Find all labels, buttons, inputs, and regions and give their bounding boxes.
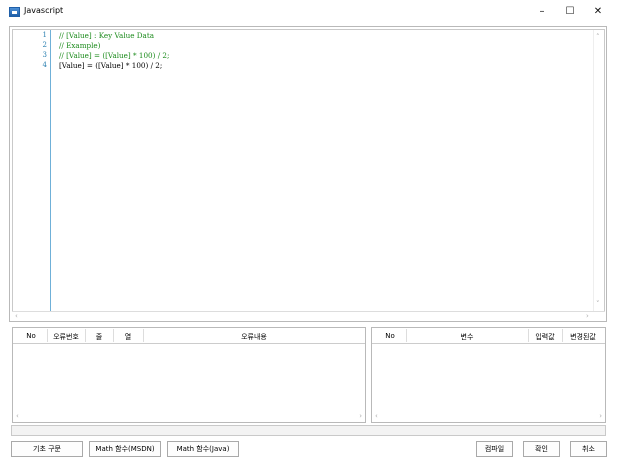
title-bar: Javascript – ☐ ✕ xyxy=(0,0,617,24)
line-number: 2 xyxy=(42,41,47,49)
scroll-up-icon[interactable]: ˄ xyxy=(596,33,600,41)
column-header[interactable]: 변수 xyxy=(407,332,527,342)
maximize-button[interactable]: ☐ xyxy=(557,2,583,22)
variable-list-panel[interactable]: No 변수 입력값 변경된값 ‹ › xyxy=(371,327,606,423)
scroll-left-icon[interactable]: ‹ xyxy=(15,312,18,320)
column-header[interactable]: No xyxy=(375,332,405,340)
error-list-panel[interactable]: No 오류번호 줄 열 오류내용 ‹ › xyxy=(12,327,366,423)
column-header[interactable]: 오류내용 xyxy=(144,332,364,342)
math-msdn-button[interactable]: Math 함수(MSDN) xyxy=(89,441,161,457)
ok-button[interactable]: 확인 xyxy=(523,441,560,457)
scroll-left-icon[interactable]: ‹ xyxy=(375,412,378,420)
basic-syntax-button[interactable]: 기초 구문 xyxy=(11,441,83,457)
error-table-header: No 오류번호 줄 열 오류내용 xyxy=(13,328,365,344)
scroll-right-icon[interactable]: › xyxy=(586,312,589,320)
line-number: 3 xyxy=(42,51,47,59)
close-button[interactable]: ✕ xyxy=(585,2,611,22)
column-header[interactable]: 변경된값 xyxy=(563,332,603,342)
minimize-button[interactable]: – xyxy=(529,2,555,22)
math-java-button[interactable]: Math 함수(Java) xyxy=(167,441,239,457)
cancel-button[interactable]: 취소 xyxy=(570,441,607,457)
code-line[interactable]: [Value] = ([Value] * 100) / 2; xyxy=(59,61,162,70)
scroll-down-icon[interactable]: ˅ xyxy=(596,300,600,308)
column-header[interactable]: 줄 xyxy=(86,332,112,342)
column-header[interactable]: 열 xyxy=(114,332,142,342)
editor-horizontal-scrollbar[interactable]: ‹ › xyxy=(12,311,605,322)
column-header[interactable]: 입력값 xyxy=(529,332,561,342)
window-title: Javascript xyxy=(24,6,64,15)
status-bar xyxy=(11,425,606,436)
line-number: 1 xyxy=(42,31,47,39)
scroll-left-icon[interactable]: ‹ xyxy=(16,412,19,420)
scroll-right-icon[interactable]: › xyxy=(599,412,602,420)
code-line[interactable]: // [Value] : Key Value Data xyxy=(59,31,154,40)
code-line[interactable]: // [Value] = ([Value] * 100) / 2; xyxy=(59,51,169,60)
compile-button[interactable]: 컴파일 xyxy=(476,441,513,457)
column-header[interactable]: No xyxy=(16,332,46,340)
variable-table-header: No 변수 입력값 변경된값 xyxy=(372,328,605,344)
column-header[interactable]: 오류번호 xyxy=(48,332,84,342)
scroll-right-icon[interactable]: › xyxy=(359,412,362,420)
code-editor[interactable]: 1 2 3 4 // [Value] : Key Value Data // E… xyxy=(12,29,605,312)
app-icon xyxy=(9,7,20,17)
line-number: 4 xyxy=(42,61,47,69)
editor-vertical-scrollbar[interactable]: ˄ ˅ xyxy=(593,30,604,311)
line-number-gutter: 1 2 3 4 xyxy=(13,30,51,311)
code-line[interactable]: // Example) xyxy=(59,41,101,50)
